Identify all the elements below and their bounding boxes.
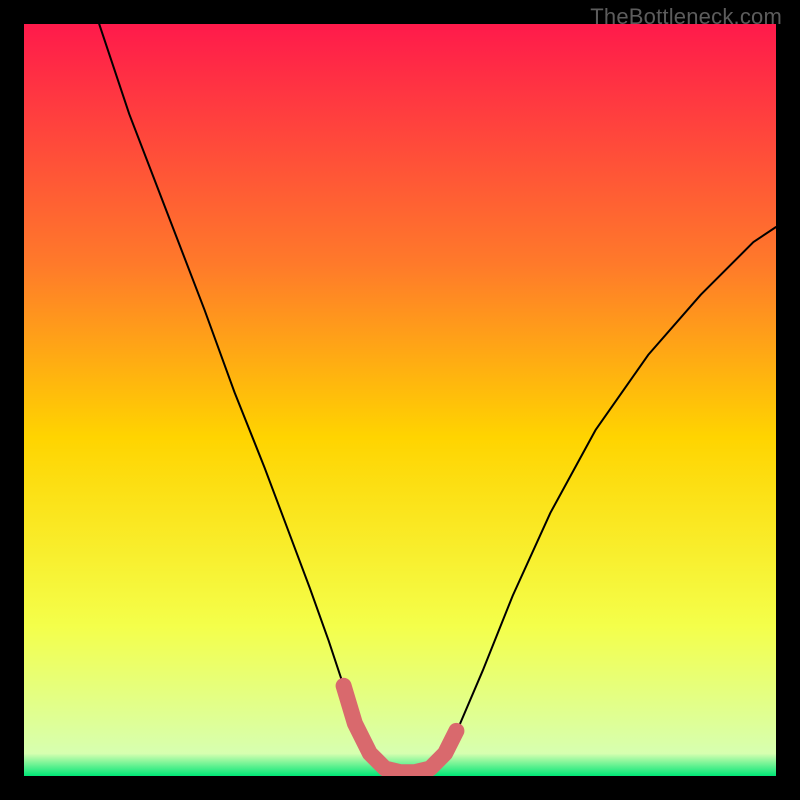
gradient-bg xyxy=(24,24,776,776)
outer-frame: TheBottleneck.com xyxy=(0,0,800,800)
watermark-text: TheBottleneck.com xyxy=(590,4,782,30)
chart-svg xyxy=(24,24,776,776)
plot-area xyxy=(24,24,776,776)
